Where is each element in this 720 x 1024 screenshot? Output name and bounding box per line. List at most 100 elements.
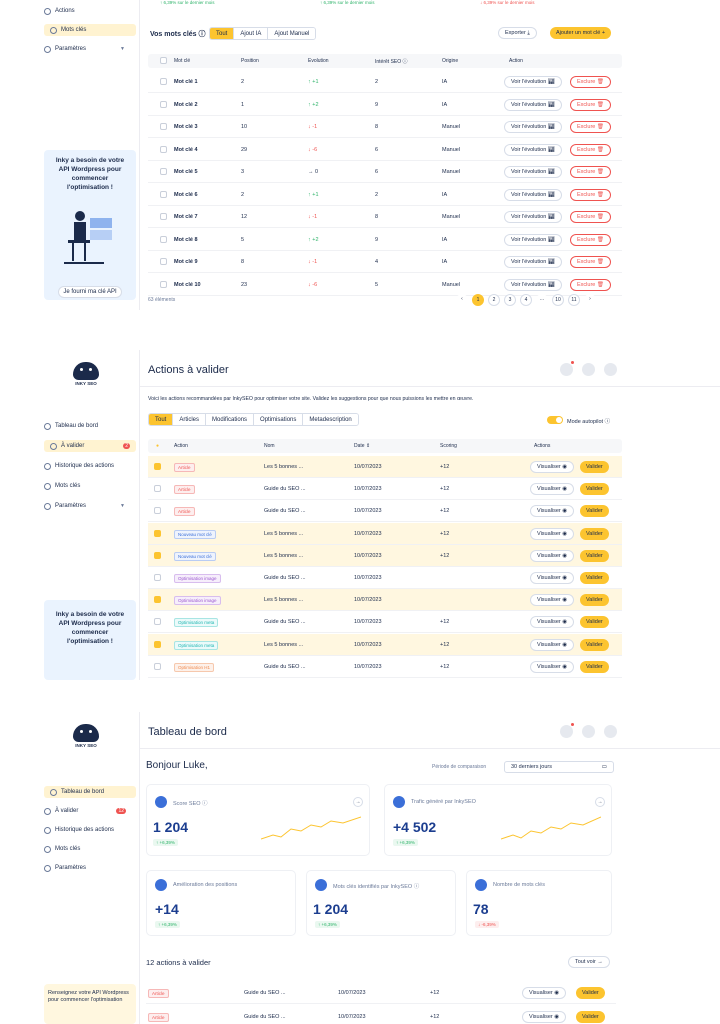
export-button[interactable]: Exporter ⤓ xyxy=(498,27,537,39)
period-select[interactable]: 30 derniers jours ▭ xyxy=(504,761,614,773)
tab-articles[interactable]: Articles xyxy=(173,414,207,425)
validate-button[interactable]: Valider xyxy=(580,549,609,562)
row-checkbox[interactable] xyxy=(154,574,161,581)
row-checkbox[interactable] xyxy=(160,280,167,288)
row-checkbox[interactable] xyxy=(160,78,167,85)
view-evolution-button[interactable]: Voir l'évolution 📊︎ xyxy=(504,76,562,88)
tab-manual[interactable]: Ajout Manuel xyxy=(268,28,316,39)
sidebar-item-to-validate[interactable]: À valider 12 xyxy=(44,805,126,817)
tab-ai[interactable]: Ajout IA xyxy=(234,28,269,39)
row-checkbox[interactable] xyxy=(154,507,161,515)
avatar[interactable] xyxy=(604,363,617,376)
arrow-right-icon[interactable]: → xyxy=(353,797,363,807)
visualise-button[interactable]: Visualiser ◉ xyxy=(530,638,575,651)
validate-button[interactable]: Valider xyxy=(580,527,609,540)
exclude-button[interactable]: Exclure 🗑︎ xyxy=(570,256,611,268)
validate-button[interactable]: Valider xyxy=(580,594,609,607)
row-checkbox[interactable] xyxy=(154,485,161,493)
row-checkbox[interactable] xyxy=(154,618,161,626)
page-button[interactable]: 2 xyxy=(488,294,500,306)
visualise-button[interactable]: Visualiser ◉ xyxy=(530,616,575,629)
page-button[interactable]: 11 xyxy=(568,294,580,306)
exclude-button[interactable]: Exclure 🗑︎ xyxy=(570,143,611,156)
page-button[interactable]: 3 xyxy=(504,294,516,306)
validate-button[interactable]: Valider xyxy=(580,660,609,673)
exclude-button[interactable]: Exclure 🗑︎ xyxy=(570,121,611,133)
visualise-button[interactable]: Visualiser ◉ xyxy=(522,987,567,999)
view-evolution-button[interactable]: Voir l'évolution 📊︎ xyxy=(504,278,562,291)
row-checkbox[interactable] xyxy=(154,662,161,670)
select-all-checkbox[interactable] xyxy=(160,57,167,64)
validate-button[interactable]: Valider xyxy=(580,616,609,629)
sidebar-item-dashboard[interactable]: Tableau de bord xyxy=(44,786,136,798)
sidebar-item-settings[interactable]: Paramètres ▼ xyxy=(44,500,125,512)
view-evolution-button[interactable]: Voir l'évolution 📊︎ xyxy=(504,211,562,223)
visualise-button[interactable]: Visualiser ◉ xyxy=(530,660,575,673)
row-checkbox[interactable] xyxy=(160,235,167,243)
row-checkbox[interactable] xyxy=(160,123,167,130)
row-checkbox[interactable] xyxy=(154,640,161,648)
validate-button[interactable]: Valider xyxy=(576,1011,605,1023)
row-checkbox[interactable] xyxy=(154,551,161,559)
page-button[interactable]: 10 xyxy=(552,294,564,306)
autopilot-toggle[interactable] xyxy=(547,416,563,424)
visualise-button[interactable]: Visualiser ◉ xyxy=(522,1011,567,1023)
sidebar-item-keywords[interactable]: Mots clés xyxy=(44,480,80,492)
visualise-button[interactable]: Visualiser ◉ xyxy=(530,461,575,473)
add-keyword-button[interactable]: Ajouter un mot clé + xyxy=(550,27,612,39)
exclude-button[interactable]: Exclure 🗑︎ xyxy=(570,278,611,291)
tab-optimisations[interactable]: Optimisations xyxy=(254,414,304,425)
validate-button[interactable]: Valider xyxy=(580,461,609,473)
visualise-button[interactable]: Visualiser ◉ xyxy=(530,549,575,562)
row-checkbox[interactable] xyxy=(160,145,167,153)
row-checkbox[interactable] xyxy=(154,529,161,537)
exclude-button[interactable]: Exclure 🗑︎ xyxy=(570,166,611,178)
sidebar-item-settings[interactable]: Paramètres ▼ xyxy=(44,43,125,55)
row-checkbox[interactable] xyxy=(160,190,167,198)
tab-all[interactable]: Tout xyxy=(149,414,174,425)
view-evolution-button[interactable]: Voir l'évolution 📊︎ xyxy=(504,143,562,156)
sidebar-item-keywords[interactable]: Mots clés xyxy=(44,843,80,855)
sidebar-item-history[interactable]: Historique des actions xyxy=(44,460,114,472)
help-icon[interactable] xyxy=(582,363,595,376)
validate-button[interactable]: Valider xyxy=(580,638,609,651)
api-key-button[interactable]: Je fourni ma clé API xyxy=(58,286,122,298)
visualise-button[interactable]: Visualiser ◉ xyxy=(530,505,575,518)
tab-modifications[interactable]: Modifications xyxy=(206,414,255,425)
notification-icon[interactable] xyxy=(560,725,573,738)
exclude-button[interactable]: Exclure 🗑︎ xyxy=(570,98,611,111)
view-evolution-button[interactable]: Voir l'évolution 📊︎ xyxy=(504,121,562,133)
row-checkbox[interactable] xyxy=(154,463,161,470)
validate-button[interactable]: Valider xyxy=(580,483,609,496)
tab-metadescription[interactable]: Metadescription xyxy=(303,414,358,425)
row-checkbox[interactable] xyxy=(160,168,167,175)
visualise-button[interactable]: Visualiser ◉ xyxy=(530,483,575,496)
exclude-button[interactable]: Exclure 🗑︎ xyxy=(570,211,611,223)
row-checkbox[interactable] xyxy=(154,596,161,604)
row-checkbox[interactable] xyxy=(160,100,167,108)
see-all-button[interactable]: Tout voir → xyxy=(568,956,610,968)
sidebar-item-to-validate[interactable]: À valider 2 xyxy=(44,440,136,452)
row-checkbox[interactable] xyxy=(160,213,167,220)
notification-icon[interactable] xyxy=(560,363,573,376)
exclude-button[interactable]: Exclure 🗑︎ xyxy=(570,233,611,246)
exclude-button[interactable]: Exclure 🗑︎ xyxy=(570,188,611,201)
validate-button[interactable]: Valider xyxy=(576,987,605,999)
view-evolution-button[interactable]: Voir l'évolution 📊︎ xyxy=(504,256,562,268)
arrow-right-icon[interactable]: → xyxy=(595,797,605,807)
sidebar-item-dashboard[interactable]: Tableau de bord xyxy=(44,420,98,432)
view-evolution-button[interactable]: Voir l'évolution 📊︎ xyxy=(504,188,562,201)
exclude-button[interactable]: Exclure 🗑︎ xyxy=(570,76,611,88)
next-page-button[interactable]: › xyxy=(584,294,596,306)
prev-page-button[interactable]: ‹ xyxy=(456,294,468,306)
view-evolution-button[interactable]: Voir l'évolution 📊︎ xyxy=(504,233,562,246)
validate-button[interactable]: Valider xyxy=(580,505,609,518)
tab-all[interactable]: Tout xyxy=(210,28,235,39)
sidebar-item-settings[interactable]: Paramètres xyxy=(44,862,86,874)
row-checkbox[interactable] xyxy=(160,258,167,265)
visualise-button[interactable]: Visualiser ◉ xyxy=(530,594,575,607)
validate-button[interactable]: Valider xyxy=(580,572,609,584)
sidebar-item-actions[interactable]: Actions xyxy=(44,5,75,17)
page-button[interactable]: 1 xyxy=(472,294,484,306)
sidebar-item-keywords[interactable]: Mots clés xyxy=(44,24,136,36)
